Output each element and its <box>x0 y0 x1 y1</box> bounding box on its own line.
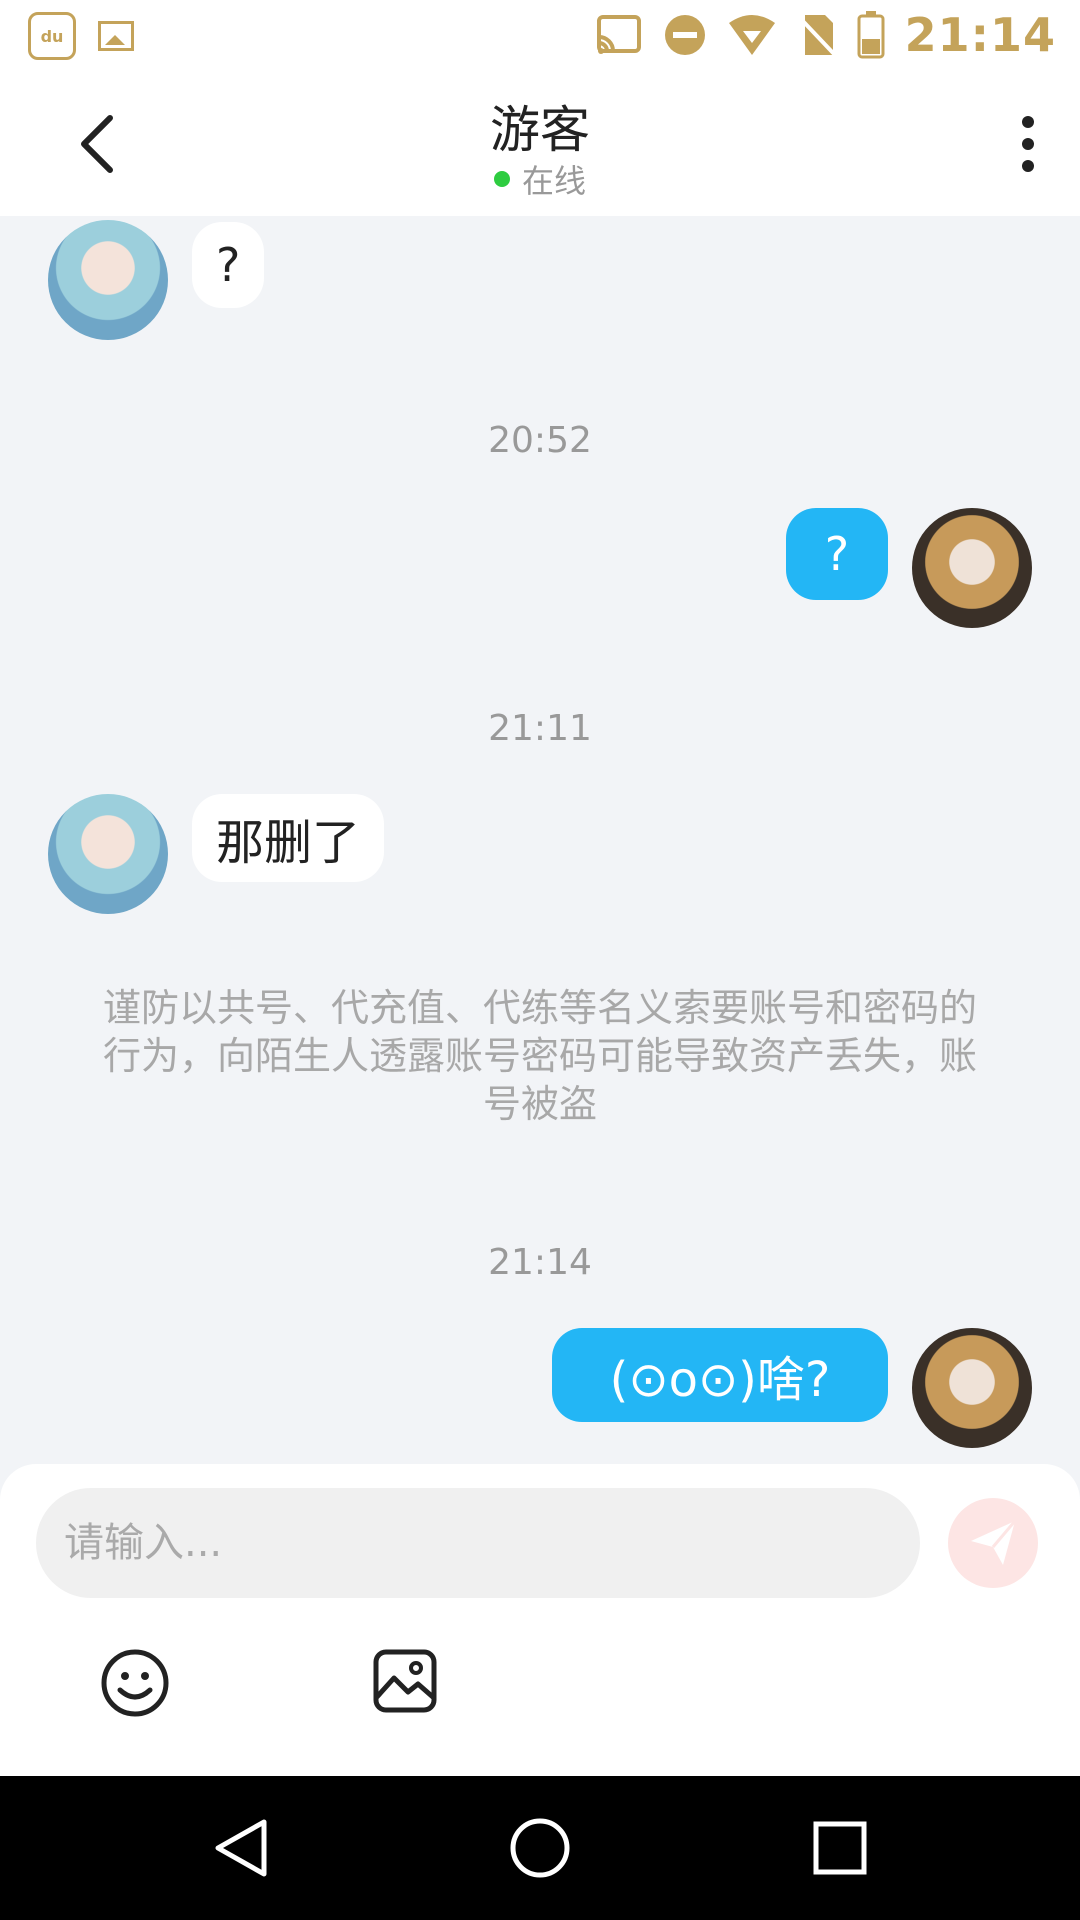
online-status: 在线 <box>0 156 1080 202</box>
baidu-icon-text: du <box>40 26 64 46</box>
battery-icon <box>857 11 885 59</box>
message-text: (⊙o⊙)啥? <box>609 1352 831 1408</box>
online-dot-icon <box>493 171 510 187</box>
cast-icon <box>596 15 641 54</box>
timestamp: 20:52 <box>488 420 592 461</box>
status-bar: du 21:14 <box>0 0 1080 72</box>
nav-recents-icon[interactable] <box>808 1816 872 1880</box>
message-bubble-outgoing[interactable]: ? <box>786 508 888 600</box>
guest-avatar[interactable] <box>48 220 168 340</box>
gallery-icon <box>98 21 134 51</box>
message-bubble-outgoing[interactable]: (⊙o⊙)啥? <box>552 1328 888 1422</box>
send-icon <box>971 1520 1017 1565</box>
status-time: 21:14 <box>904 8 1056 62</box>
message-text: ? <box>824 527 850 581</box>
status-left-icons: du <box>28 12 134 60</box>
guest-avatar[interactable] <box>48 794 168 914</box>
nav-home-icon[interactable] <box>508 1816 572 1880</box>
wifi-icon <box>728 15 775 55</box>
no-sim-icon <box>797 15 837 57</box>
message-bubble-incoming[interactable]: 那删了 <box>192 794 385 882</box>
message-text: ? <box>216 238 241 292</box>
more-options-icon[interactable] <box>1016 116 1040 172</box>
timestamp: 21:11 <box>488 708 592 749</box>
emoji-icon[interactable] <box>100 1648 170 1718</box>
message-bubble-incoming[interactable]: ? <box>192 222 265 308</box>
status-right-icons: 21:14 <box>595 8 1056 62</box>
my-avatar[interactable] <box>912 1328 1032 1448</box>
composer <box>0 1464 1080 1776</box>
my-avatar[interactable] <box>912 508 1032 628</box>
system-nav-bar <box>0 1776 1080 1920</box>
nav-back-icon[interactable] <box>210 1816 274 1880</box>
chat-header: 游客 在线 <box>0 72 1080 216</box>
do-not-disturb-icon <box>664 15 705 55</box>
chat-messages: ? 20:52 ? 21:11 那删了 谨防以共号、代充值、代练等名义索要账号和… <box>0 216 1080 1466</box>
timestamp: 21:14 <box>488 1242 592 1283</box>
security-notice: 谨防以共号、代充值、代练等名义索要账号和密码的行为，向陌生人透露账号密码可能导致… <box>102 986 977 1126</box>
image-picker-icon[interactable] <box>372 1648 438 1714</box>
message-text: 那删了 <box>216 815 361 871</box>
baidu-app-icon: du <box>28 12 76 60</box>
message-input[interactable] <box>36 1488 920 1598</box>
online-status-text: 在线 <box>521 162 586 200</box>
send-button[interactable] <box>948 1498 1038 1588</box>
page-title: 游客 <box>490 101 590 159</box>
